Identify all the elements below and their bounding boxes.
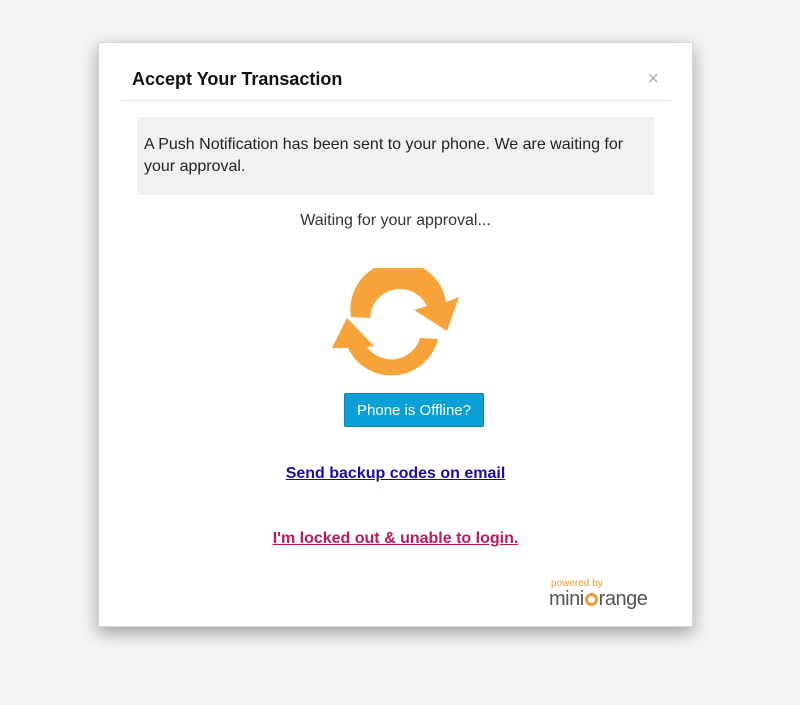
push-notification-notice: A Push Notification has been sent to you… [137, 117, 654, 195]
miniorange-logo: mini range [549, 588, 648, 611]
locked-out-link[interactable]: I'm locked out & unable to login. [99, 530, 692, 548]
waiting-status-text: Waiting for your approval... [300, 212, 491, 229]
brand-text-left: mini [549, 588, 584, 610]
sync-arrows-icon [332, 268, 459, 376]
transaction-modal: Accept Your Transaction × A Push Notific… [98, 42, 693, 627]
brand-text-right: range [598, 588, 648, 610]
close-icon[interactable]: × [647, 69, 659, 89]
orange-o-icon [584, 593, 598, 606]
modal-title: Accept Your Transaction [132, 69, 343, 89]
send-backup-codes-link[interactable]: Send backup codes on email [99, 465, 692, 483]
phone-offline-button[interactable]: Phone is Offline? [344, 393, 484, 427]
modal-header: Accept Your Transaction × [121, 43, 671, 101]
